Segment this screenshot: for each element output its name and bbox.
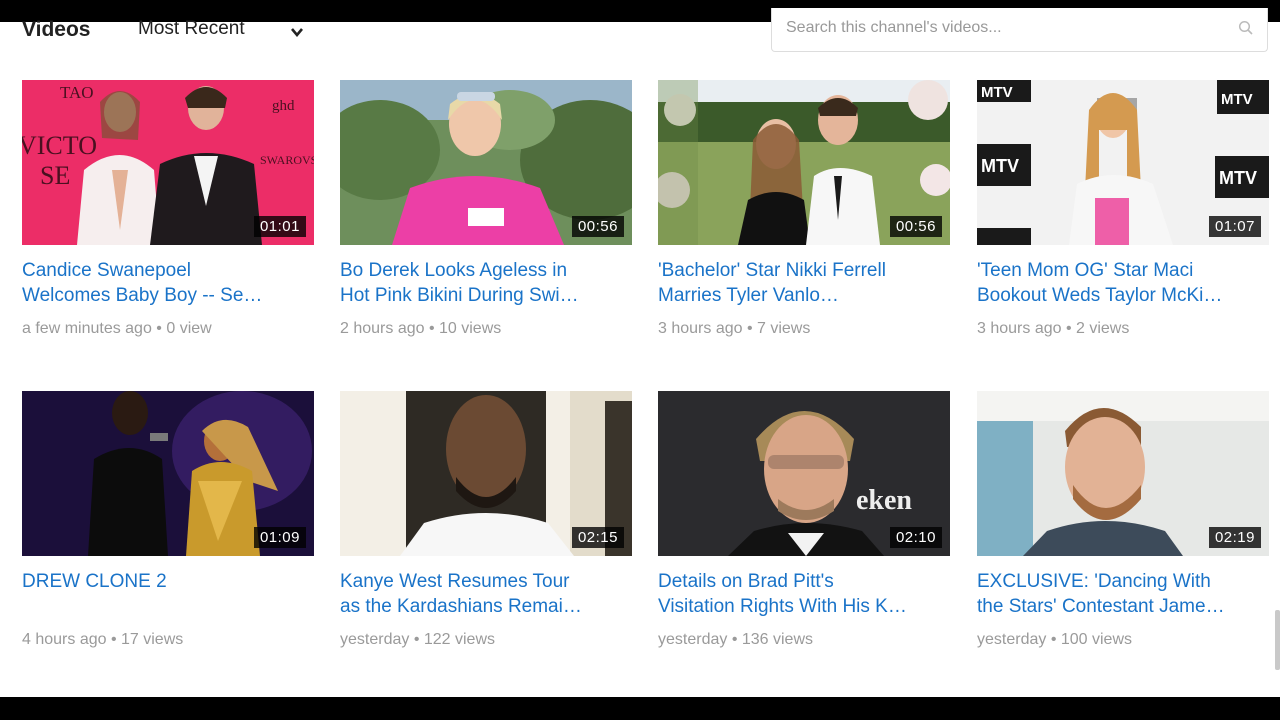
video-duration: 00:56 [571,216,624,237]
video-title-line[interactable]: Marries Tyler Vanlo… [658,283,943,308]
search-input[interactable] [784,14,1228,42]
svg-text:ghd: ghd [272,98,295,114]
video-meta: 3 hours ago • 2 views [977,320,1130,337]
video-thumbnail[interactable]: 02:15 [340,391,632,556]
video-meta: yesterday • 100 views [977,631,1133,648]
video-title[interactable]: Kanye West Resumes Tour as the Kardashia… [340,569,625,619]
video-title[interactable]: EXCLUSIVE: 'Dancing With the Stars' Cont… [977,569,1262,619]
page-scrollbar[interactable] [1275,610,1280,670]
video-title[interactable]: Details on Brad Pitt's Visitation Rights… [658,569,943,619]
video-title[interactable]: DREW CLONE 2 [22,569,307,594]
svg-text:MTV: MTV [1221,91,1253,108]
video-duration: 01:01 [253,216,306,237]
video-duration: 01:09 [253,527,306,548]
video-duration: 00:56 [889,216,942,237]
video-card[interactable]: 01:09 DREW CLONE 2 4 hours ago • 17 view… [22,391,314,661]
chevron-down-icon [291,24,303,42]
video-card[interactable]: 02:15 Kanye West Resumes Tour as the Kar… [340,391,632,661]
video-title-line[interactable]: Bookout Weds Taylor McKi… [977,283,1262,308]
video-title[interactable]: 'Teen Mom OG' Star Maci Bookout Weds Tay… [977,258,1262,308]
svg-text:MTV: MTV [981,84,1013,101]
video-title-line[interactable]: DREW CLONE 2 [22,569,307,594]
svg-text:SE: SE [40,161,70,190]
video-card[interactable]: 00:56 'Bachelor' Star Nikki Ferrell Marr… [658,80,950,350]
video-thumbnail[interactable]: 00:56 [340,80,632,245]
video-title[interactable]: Candice Swanepoel Welcomes Baby Boy -- S… [22,258,307,308]
video-thumbnail[interactable]: 02:19 [977,391,1269,556]
video-meta: yesterday • 136 views [658,631,814,648]
video-title-line[interactable]: Details on Brad Pitt's [658,569,943,594]
video-title[interactable]: Bo Derek Looks Ageless in Hot Pink Bikin… [340,258,625,308]
svg-text:TAO: TAO [60,83,94,102]
bottom-letterbox-bar [0,697,1280,720]
video-thumbnail[interactable]: MTV MTV MTV MTV 01:07 [977,80,1269,245]
sort-dropdown[interactable]: Most Recent [138,16,308,42]
video-thumbnail[interactable]: TAO VICTO SE ghd SWAROVS 01:01 [22,80,314,245]
svg-text:MTV: MTV [1219,168,1257,188]
svg-text:SWAROVS: SWAROVS [260,153,314,167]
section-title: Videos [22,18,91,41]
video-meta: 3 hours ago • 7 views [658,320,811,337]
video-duration: 01:07 [1208,216,1261,237]
channel-search-box[interactable] [771,8,1268,52]
video-title-line[interactable]: 'Bachelor' Star Nikki Ferrell [658,258,943,283]
sort-dropdown-label: Most Recent [138,18,245,39]
svg-text:eken: eken [856,485,912,516]
video-thumbnail[interactable]: 00:56 [658,80,950,245]
video-card[interactable]: eken 02:10 Details on Brad Pitt's Visita… [658,391,950,661]
video-duration: 02:19 [1208,527,1261,548]
video-meta: 4 hours ago • 17 views [22,631,184,648]
video-title-line[interactable]: Welcomes Baby Boy -- Se… [22,283,307,308]
video-title-line[interactable]: 'Teen Mom OG' Star Maci [977,258,1262,283]
video-title-line[interactable]: as the Kardashians Remai… [340,594,625,619]
video-title-line[interactable]: EXCLUSIVE: 'Dancing With [977,569,1262,594]
video-title-line[interactable]: Candice Swanepoel [22,258,307,283]
video-title-line[interactable]: Kanye West Resumes Tour [340,569,625,594]
video-title-line[interactable]: the Stars' Contestant Jame… [977,594,1262,619]
video-thumbnail[interactable]: 01:09 [22,391,314,556]
video-title-line[interactable]: Bo Derek Looks Ageless in [340,258,625,283]
video-title-line[interactable]: Visitation Rights With His K… [658,594,943,619]
video-duration: 02:15 [571,527,624,548]
video-title[interactable]: 'Bachelor' Star Nikki Ferrell Marries Ty… [658,258,943,308]
video-card[interactable]: TAO VICTO SE ghd SWAROVS 01:01 Candice S… [22,80,314,350]
svg-text:VICTO: VICTO [22,131,97,160]
video-thumbnail[interactable]: eken 02:10 [658,391,950,556]
video-title-line[interactable]: Hot Pink Bikini During Swi… [340,283,625,308]
video-card[interactable]: 00:56 Bo Derek Looks Ageless in Hot Pink… [340,80,632,350]
video-meta: yesterday • 122 views [340,631,496,648]
video-card[interactable]: MTV MTV MTV MTV 01:07 'Teen Mom OG' Star… [977,80,1269,350]
search-icon[interactable] [1238,20,1254,41]
video-card[interactable]: 02:19 EXCLUSIVE: 'Dancing With the Stars… [977,391,1269,661]
video-meta: a few minutes ago • 0 view [22,320,212,337]
video-duration: 02:10 [889,527,942,548]
svg-text:MTV: MTV [981,156,1019,176]
video-meta: 2 hours ago • 10 views [340,320,502,337]
